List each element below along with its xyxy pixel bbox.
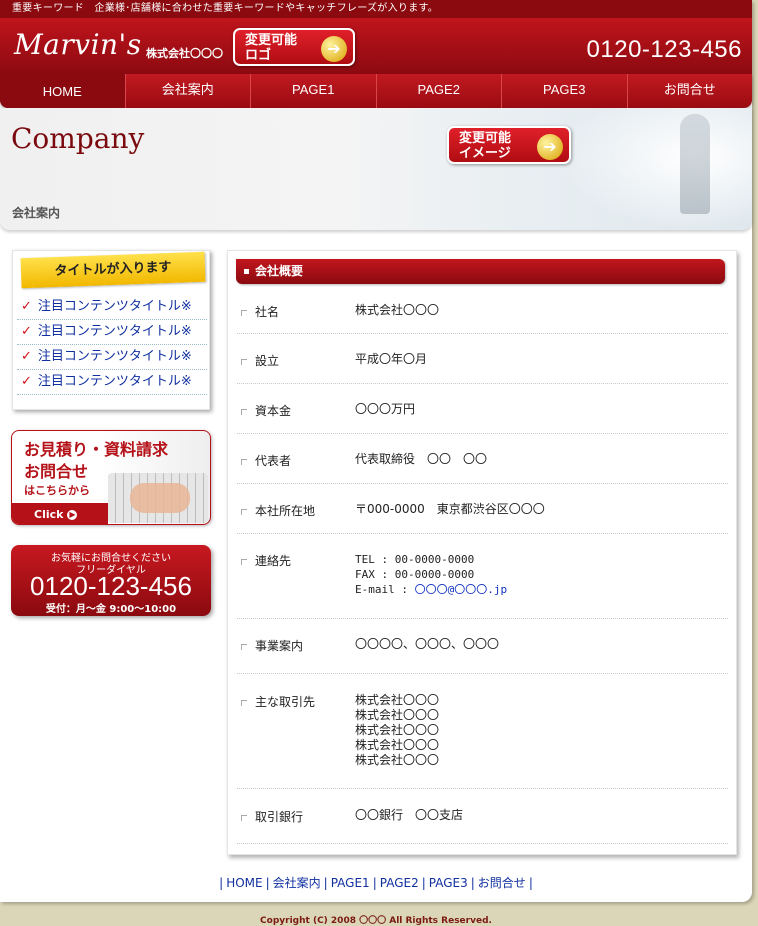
table-row: 設立 平成〇年〇月 [237,334,728,384]
nav-home[interactable]: HOME [0,74,126,108]
email-link[interactable]: 〇〇〇@〇〇〇.jp [415,583,508,596]
company-name: 株式会社〇〇〇 [146,47,223,60]
logo[interactable]: Marvin's [14,28,142,61]
row-value: 平成〇年〇月 [355,352,428,366]
free-dial-box: お気軽にお問合せください フリーダイヤル 0120-123-456 受付：月～金… [11,545,211,616]
footer-link-contact[interactable]: お問合せ [478,876,526,890]
client-item: 株式会社〇〇〇 [355,693,440,707]
row-value: 〇〇銀行 〇〇支店 [355,808,464,822]
client-item: 株式会社〇〇〇 [355,753,440,767]
footer-link-company[interactable]: 会社案内 [273,876,321,890]
row-label: 取引銀行 [241,808,303,825]
table-row: 主な取引先 株式会社〇〇〇 株式会社〇〇〇 株式会社〇〇〇 株式会社〇〇〇 株式… [237,674,728,789]
page-subtitle: 会社案内 [12,206,61,220]
featured-link[interactable]: ✓ 注目コンテンツタイトル※ [17,345,207,370]
row-label: 社名 [241,303,279,320]
arrow-right-icon: ➔ [321,36,347,62]
client-item: 株式会社〇〇〇 [355,708,440,722]
row-label: 本社所在地 [241,502,315,519]
row-label: 主な取引先 [241,693,315,710]
banner-line1: お見積り・資料請求 [24,440,169,459]
header-phone: 0120-123-456 [586,36,742,63]
featured-link[interactable]: ✓ 注目コンテンツタイトル※ [17,295,207,320]
row-value: 株式会社〇〇〇 株式会社〇〇〇 株式会社〇〇〇 株式会社〇〇〇 株式会社〇〇〇 [355,693,439,768]
footer-link-page2[interactable]: PAGE2 [380,876,419,890]
check-icon: ✓ [21,299,32,314]
section-heading: 会社概要 [236,259,725,284]
banner-line2: お問合せ [24,462,89,481]
nav-page1[interactable]: PAGE1 [251,74,377,108]
hands-image [130,483,190,513]
check-icon: ✓ [21,374,32,389]
featured-link-label: 注目コンテンツタイトル※ [37,299,192,314]
row-label: 資本金 [241,402,291,419]
table-row: 社名 株式会社〇〇〇 [237,286,728,334]
tel-hours: 受付：月～金 9:00～10:00 [45,604,177,615]
client-item: 株式会社〇〇〇 [355,723,440,737]
row-value: 代表取締役 〇〇 〇〇 [355,452,488,466]
row-label: 連絡先 [241,552,291,569]
row-value: 株式会社〇〇〇 [355,303,440,317]
table-row: 資本金 〇〇〇万円 [237,384,728,434]
featured-link[interactable]: ✓ 注目コンテンツタイトル※ [17,370,207,395]
play-icon: ▶ [67,510,78,520]
company-overview: 会社概要 社名 株式会社〇〇〇 設立 平成〇年〇月 資本金 〇〇〇万円 代表者 … [227,250,737,855]
copyright: Copyright (C) 2008 〇〇〇 All Rights Reserv… [260,916,492,926]
table-row: 連絡先 TEL : 00-0000-0000 FAX : 00-0000-000… [237,534,728,619]
featured-title: タイトルが入ります [20,251,206,289]
footer-link-page3[interactable]: PAGE3 [429,876,468,890]
row-value: 〇〇〇〇、〇〇〇、〇〇〇 [355,637,500,651]
keyword-bar: 重要キーワード 企業様･店舗様に合わせた重要キーワードやキャッチフレーズが入りま… [0,0,752,18]
hero-glow [560,108,752,230]
row-label: 代表者 [241,452,291,469]
header: Marvin's 株式会社〇〇〇 変更可能 ロゴ ➔ 0120-123-456 [0,18,752,74]
click-label: Click [34,508,64,521]
hero-banner: Company 会社案内 変更可能 イメージ ➔ [0,108,752,230]
row-value: 〒000-0000 東京都渋谷区〇〇〇 [355,502,545,516]
row-label: 事業案内 [241,637,303,654]
check-icon: ✓ [21,349,32,364]
logo-change-badge: 変更可能 ロゴ ➔ [233,28,355,66]
page-title: Company [11,122,145,155]
square-bullet-icon [244,269,249,274]
image-change-badge: 変更可能 イメージ ➔ [447,126,571,164]
featured-box: タイトルが入ります ✓ 注目コンテンツタイトル※ ✓ 注目コンテンツタイトル※ ✓ 注… [12,250,210,410]
footer-link-home[interactable]: HOME [226,876,262,890]
table-row: 本社所在地 〒000-0000 東京都渋谷区〇〇〇 [237,484,728,534]
main-nav: HOME 会社案内 PAGE1 PAGE2 PAGE3 お問合せ [0,74,752,108]
table-row: 事業案内 〇〇〇〇、〇〇〇、〇〇〇 [237,619,728,674]
row-label: 設立 [241,352,279,369]
tel-number: 0120-123-456 [30,571,192,601]
featured-link-label: 注目コンテンツタイトル※ [37,324,192,339]
featured-link-label: 注目コンテンツタイトル※ [37,349,192,364]
featured-link-label: 注目コンテンツタイトル※ [37,374,192,389]
section-title: 会社概要 [255,264,304,278]
nav-page3[interactable]: PAGE3 [502,74,628,108]
featured-list: ✓ 注目コンテンツタイトル※ ✓ 注目コンテンツタイトル※ ✓ 注目コンテンツタイトル… [17,295,207,395]
hero-figure-image [680,114,710,214]
footer-nav: | HOME | 会社案内 | PAGE1 | PAGE2 | PAGE3 | お問合せ | [219,876,533,890]
arrow-right-icon: ➔ [537,134,563,160]
email-line: E-mail : 〇〇〇@〇〇〇.jp [355,583,508,596]
footer-link-page1[interactable]: PAGE1 [331,876,370,890]
inquiry-banner[interactable]: お見積り・資料請求 お問合せ はこちらから Click ▶ [11,430,211,525]
click-button[interactable]: Click ▶ [12,503,108,524]
client-item: 株式会社〇〇〇 [355,738,440,752]
row-value: TEL : 00-0000-0000 FAX : 00-0000-0000 E-… [355,552,507,597]
table-row: 取引銀行 〇〇銀行 〇〇支店 [237,789,728,844]
featured-link[interactable]: ✓ 注目コンテンツタイトル※ [17,320,207,345]
nav-company[interactable]: 会社案内 [126,74,251,108]
fax-value: FAX : 00-0000-0000 [355,568,475,581]
check-icon: ✓ [21,324,32,339]
nav-contact[interactable]: お問合せ [628,74,753,108]
page: 重要キーワード 企業様･店舗様に合わせた重要キーワードやキャッチフレーズが入りま… [0,0,752,902]
tel-value: TEL : 00-0000-0000 [355,553,475,566]
row-value: 〇〇〇万円 [355,402,416,416]
table-row: 代表者 代表取締役 〇〇 〇〇 [237,434,728,484]
nav-page2[interactable]: PAGE2 [377,74,502,108]
banner-line3: はこちらから [24,484,90,497]
